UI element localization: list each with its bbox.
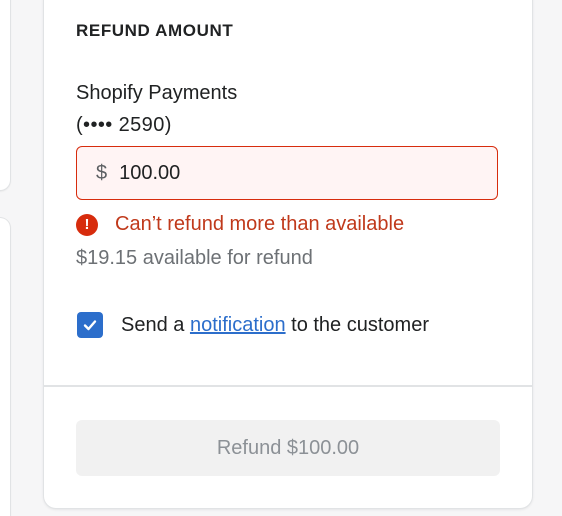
payment-card-number: (•••• 2590) bbox=[76, 114, 172, 136]
refund-amount-input[interactable] bbox=[119, 161, 420, 185]
error-message-row: ! Can’t refund more than available bbox=[76, 213, 404, 236]
notify-label-suffix: to the customer bbox=[285, 313, 429, 336]
notify-checkbox[interactable] bbox=[77, 312, 103, 338]
section-title: REFUND AMOUNT bbox=[76, 21, 234, 40]
notify-label: Send a notification to the customer bbox=[121, 314, 429, 337]
currency-prefix: $ bbox=[96, 161, 108, 184]
notify-customer-row: Send a notification to the customer bbox=[77, 312, 429, 338]
background-card-bottom bbox=[0, 218, 10, 516]
background-card-top bbox=[0, 0, 10, 190]
page: REFUND AMOUNT Shopify Payments (•••• 259… bbox=[0, 0, 562, 516]
refund-button[interactable]: Refund $100.00 bbox=[76, 420, 500, 476]
refund-summary-panel: REFUND AMOUNT Shopify Payments (•••• 259… bbox=[44, 0, 532, 508]
notify-label-prefix: Send a bbox=[121, 313, 190, 336]
checkmark-icon bbox=[83, 320, 97, 331]
notification-link[interactable]: notification bbox=[190, 314, 286, 336]
exclamation-circle-icon: ! bbox=[76, 213, 98, 236]
refund-amount-field[interactable]: $ bbox=[76, 146, 498, 200]
payment-method-name: Shopify Payments bbox=[76, 82, 238, 104]
divider bbox=[44, 385, 532, 387]
error-message: Can’t refund more than available bbox=[115, 213, 405, 235]
available-refund-text: $19.15 available for refund bbox=[76, 247, 313, 269]
